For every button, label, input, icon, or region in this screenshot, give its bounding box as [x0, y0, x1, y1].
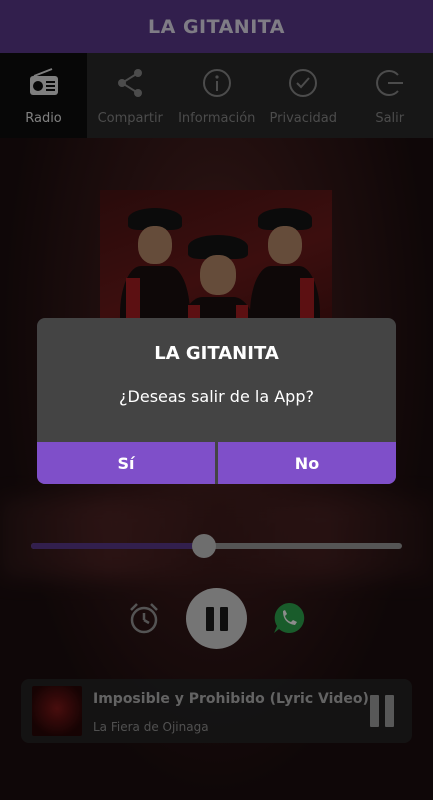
dialog-no-button[interactable]: No: [218, 442, 396, 484]
dialog-title: LA GITANITA: [154, 343, 279, 364]
dialog-yes-button[interactable]: Sí: [37, 442, 215, 484]
exit-dialog: LA GITANITA ¿Deseas salir de la App? Sí …: [37, 318, 396, 484]
dialog-message: ¿Deseas salir de la App?: [119, 387, 314, 406]
